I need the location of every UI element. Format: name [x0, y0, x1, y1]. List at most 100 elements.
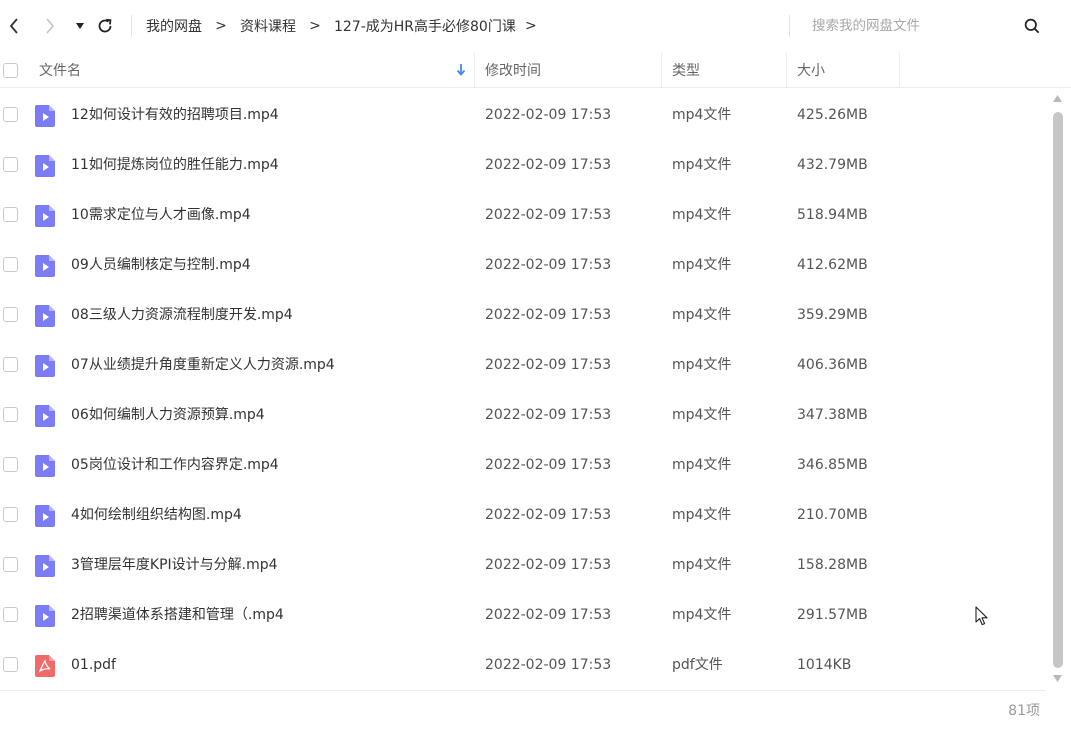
file-row-checkbox[interactable] — [3, 457, 18, 472]
file-row-checkbox[interactable] — [3, 507, 18, 522]
file-row[interactable]: 10需求定位与人才画像.mp4 2022-02-09 17:53 mp4文件 518.… — [0, 190, 1046, 240]
refresh-icon — [98, 18, 112, 33]
file-row[interactable]: 11如何提炼岗位的胜任能力.mp4 2022-02-09 17:53 mp4文件 43… — [0, 140, 1046, 190]
file-row-checkbox[interactable] — [3, 657, 18, 672]
column-divider[interactable] — [661, 52, 662, 88]
file-row[interactable]: 07从业绩提升角度重新定义人力资源.mp4 2022-02-09 17:53 mp4… — [0, 340, 1046, 390]
breadcrumb-separator[interactable]: > — [516, 18, 546, 34]
file-size: 425.26MB — [797, 107, 868, 123]
search-divider — [789, 15, 790, 37]
file-size: 406.36MB — [797, 357, 868, 373]
file-modified-date: 2022-02-09 17:53 — [485, 157, 612, 173]
footer-divider — [0, 690, 1046, 691]
file-row-checkbox[interactable] — [3, 207, 18, 222]
top-bar: 我的网盘 > 资料课程 > 127-成为HR高手必修80门课 > — [0, 0, 1071, 52]
file-row[interactable]: 08三级人力资源流程制度开发.mp4 2022-02-09 17:53 mp4文件 3… — [0, 290, 1046, 340]
file-row[interactable]: 2招聘渠道体系搭建和管理（.mp4 2022-02-09 17:53 mp4文件 29… — [0, 590, 1046, 640]
file-name[interactable]: 05岗位设计和工作内容界定.mp4 — [71, 440, 279, 490]
file-name[interactable]: 08三级人力资源流程制度开发.mp4 — [71, 290, 293, 340]
file-type: pdf文件 — [672, 657, 723, 673]
scroll-up-arrow-icon[interactable] — [1053, 95, 1062, 102]
file-name[interactable]: 01.pdf — [71, 640, 116, 690]
file-modified-date: 2022-02-09 17:53 — [485, 407, 612, 423]
file-row-checkbox[interactable] — [3, 357, 18, 372]
file-row[interactable]: 05岗位设计和工作内容界定.mp4 2022-02-09 17:53 mp4文件 34… — [0, 440, 1046, 490]
file-size: 518.94MB — [797, 207, 868, 223]
file-row-checkbox[interactable] — [3, 157, 18, 172]
file-name[interactable]: 10需求定位与人才画像.mp4 — [71, 190, 251, 240]
column-header-modified[interactable]: 修改时间 — [485, 52, 655, 88]
file-name[interactable]: 4如何绘制组织结构图.mp4 — [71, 490, 242, 540]
column-divider[interactable] — [899, 52, 900, 88]
file-modified-date: 2022-02-09 17:53 — [485, 657, 612, 673]
breadcrumb-item-root[interactable]: 我的网盘 — [146, 16, 202, 36]
back-button[interactable] — [2, 12, 26, 40]
file-modified-date: 2022-02-09 17:53 — [485, 607, 612, 623]
file-modified-date: 2022-02-09 17:53 — [485, 557, 612, 573]
column-header-size[interactable]: 大小 — [797, 52, 897, 88]
breadcrumb-separator: > — [215, 18, 227, 34]
file-type: mp4文件 — [672, 507, 732, 523]
video-file-icon — [35, 505, 55, 527]
video-file-icon — [35, 605, 55, 627]
file-row[interactable]: 06如何编制人力资源预算.mp4 2022-02-09 17:53 mp4文件 347… — [0, 390, 1046, 440]
file-name[interactable]: 11如何提炼岗位的胜任能力.mp4 — [71, 140, 279, 190]
file-row-checkbox[interactable] — [3, 607, 18, 622]
column-divider[interactable] — [474, 52, 475, 88]
column-header-name[interactable]: 文件名 — [39, 52, 459, 88]
file-name[interactable]: 3管理层年度KPI设计与分解.mp4 — [71, 540, 278, 590]
file-row-checkbox[interactable] — [3, 407, 18, 422]
file-modified-date: 2022-02-09 17:53 — [485, 257, 612, 273]
file-size: 346.85MB — [797, 457, 868, 473]
video-file-icon — [35, 255, 55, 277]
breadcrumb-item-course[interactable]: 资料课程 — [240, 16, 296, 36]
column-divider[interactable] — [786, 52, 787, 88]
dropdown-triangle-icon — [76, 23, 84, 29]
scroll-down-arrow-icon[interactable] — [1053, 675, 1062, 682]
file-name[interactable]: 2招聘渠道体系搭建和管理（.mp4 — [71, 590, 284, 640]
file-type: mp4文件 — [672, 257, 732, 273]
file-size: 359.29MB — [797, 307, 868, 323]
file-name[interactable]: 07从业绩提升角度重新定义人力资源.mp4 — [71, 340, 335, 390]
file-row[interactable]: 09人员编制核定与控制.mp4 2022-02-09 17:53 mp4文件 412.… — [0, 240, 1046, 290]
file-row-checkbox[interactable] — [3, 257, 18, 272]
scrollbar-thumb[interactable] — [1053, 112, 1063, 668]
file-size: 210.70MB — [797, 507, 868, 523]
refresh-button[interactable] — [93, 12, 117, 40]
history-dropdown-button[interactable] — [68, 12, 92, 40]
select-all-checkbox[interactable] — [3, 62, 18, 78]
file-list: 12如何设计有效的招聘项目.mp4 2022-02-09 17:53 mp4文件 42… — [0, 90, 1046, 690]
file-type: mp4文件 — [672, 457, 732, 473]
forward-button[interactable] — [38, 12, 62, 40]
column-header-type[interactable]: 类型 — [672, 52, 782, 88]
item-count: 81项 — [1008, 703, 1040, 719]
file-name[interactable]: 09人员编制核定与控制.mp4 — [71, 240, 251, 290]
column-header: 文件名 修改时间 类型 大小 — [0, 52, 1071, 88]
file-row[interactable]: 12如何设计有效的招聘项目.mp4 2022-02-09 17:53 mp4文件 42… — [0, 90, 1046, 140]
file-modified-date: 2022-02-09 17:53 — [485, 457, 612, 473]
file-type: mp4文件 — [672, 107, 732, 123]
file-modified-date: 2022-02-09 17:53 — [485, 107, 612, 123]
file-row[interactable]: 01.pdf 2022-02-09 17:53 pdf文件 1014KB — [0, 640, 1046, 690]
search-button[interactable] — [1020, 14, 1044, 38]
file-row[interactable]: 4如何绘制组织结构图.mp4 2022-02-09 17:53 mp4文件 210.7… — [0, 490, 1046, 540]
breadcrumb-item-current[interactable]: 127-成为HR高手必修80门课 — [334, 16, 516, 36]
file-row-checkbox[interactable] — [3, 557, 18, 572]
file-modified-date: 2022-02-09 17:53 — [485, 357, 612, 373]
video-file-icon — [35, 355, 55, 377]
file-size: 158.28MB — [797, 557, 868, 573]
search-icon — [1024, 18, 1040, 34]
file-row-checkbox[interactable] — [3, 307, 18, 322]
file-row-checkbox[interactable] — [3, 107, 18, 122]
file-type: mp4文件 — [672, 607, 732, 623]
file-name[interactable]: 06如何编制人力资源预算.mp4 — [71, 390, 265, 440]
file-row[interactable]: 3管理层年度KPI设计与分解.mp4 2022-02-09 17:53 mp4文件 1… — [0, 540, 1046, 590]
file-name[interactable]: 12如何设计有效的招聘项目.mp4 — [71, 90, 279, 140]
file-size: 347.38MB — [797, 407, 868, 423]
chevron-right-icon — [46, 18, 55, 34]
search-input[interactable] — [800, 13, 1010, 39]
file-size: 291.57MB — [797, 607, 868, 623]
file-size: 432.79MB — [797, 157, 868, 173]
file-type: mp4文件 — [672, 307, 732, 323]
sort-arrow-down-icon[interactable] — [455, 62, 467, 78]
